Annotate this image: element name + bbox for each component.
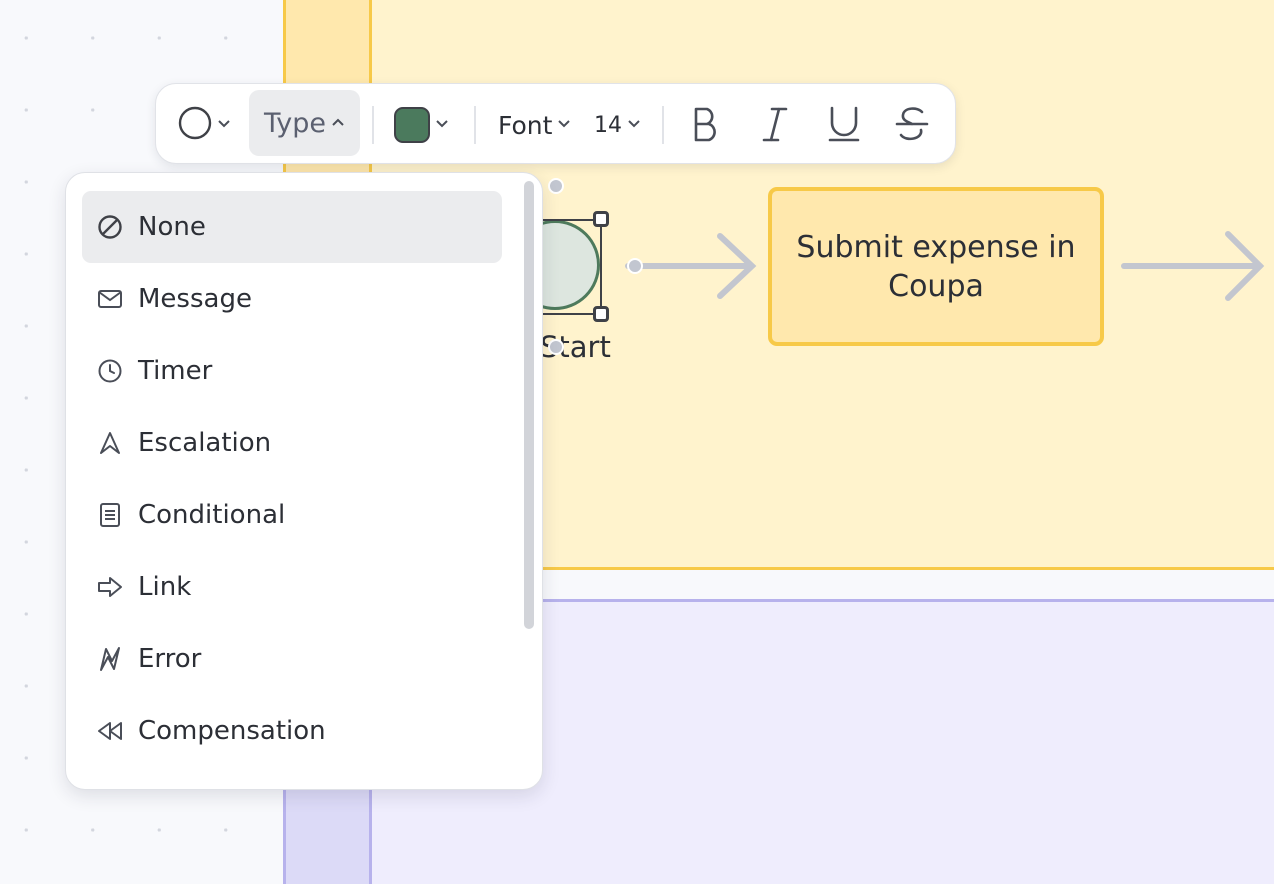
toolbar-divider bbox=[372, 106, 374, 144]
menu-item-label: Link bbox=[138, 572, 192, 602]
circle-icon bbox=[178, 106, 212, 144]
menu-item-label: Escalation bbox=[138, 428, 272, 458]
escalation-icon bbox=[96, 429, 124, 457]
type-dropdown-button[interactable]: Type bbox=[249, 90, 360, 156]
font-size-value: 14 bbox=[594, 112, 622, 138]
underline-icon bbox=[826, 104, 862, 148]
font-size-button[interactable]: 14 bbox=[594, 106, 641, 144]
connection-point-bottom[interactable] bbox=[548, 339, 564, 355]
shape-picker-button[interactable] bbox=[178, 106, 231, 144]
task-label: Submit expense in Coupa bbox=[796, 229, 1076, 304]
rewind-icon bbox=[96, 717, 124, 745]
menu-scrollbar[interactable] bbox=[524, 181, 534, 629]
menu-item-conditional[interactable]: Conditional bbox=[82, 479, 502, 551]
menu-item-link[interactable]: Link bbox=[82, 551, 502, 623]
chevron-down-icon bbox=[217, 117, 231, 133]
strikethrough-button[interactable] bbox=[894, 104, 930, 148]
connection-point-right[interactable] bbox=[627, 258, 643, 274]
type-label: Type bbox=[263, 107, 326, 139]
task-submit-expense[interactable]: Submit expense in Coupa bbox=[768, 187, 1104, 346]
error-bolt-icon bbox=[96, 645, 124, 673]
chevron-up-icon bbox=[331, 115, 345, 131]
font-family-button[interactable]: Font bbox=[498, 106, 571, 144]
chevron-down-icon bbox=[557, 117, 571, 133]
font-label: Font bbox=[498, 110, 553, 140]
italic-button[interactable] bbox=[758, 104, 792, 148]
envelope-icon bbox=[96, 285, 124, 313]
menu-item-message[interactable]: Message bbox=[82, 263, 502, 335]
toolbar-divider bbox=[474, 106, 476, 144]
fill-color-button[interactable] bbox=[394, 105, 449, 145]
italic-icon bbox=[758, 104, 792, 148]
menu-item-label: Message bbox=[138, 284, 252, 314]
link-arrow-icon bbox=[96, 573, 124, 601]
event-type-menu: None Message Timer Escalation Conditiona… bbox=[65, 172, 543, 790]
underline-button[interactable] bbox=[826, 104, 862, 148]
menu-item-timer[interactable]: Timer bbox=[82, 335, 502, 407]
menu-item-label: None bbox=[138, 212, 206, 242]
menu-item-compensation[interactable]: Compensation bbox=[82, 695, 502, 767]
resize-handle-top-right[interactable] bbox=[593, 211, 609, 227]
menu-item-label: Error bbox=[138, 644, 202, 674]
bold-icon bbox=[688, 104, 722, 148]
menu-item-escalation[interactable]: Escalation bbox=[82, 407, 502, 479]
strikethrough-icon bbox=[894, 104, 930, 148]
clock-icon bbox=[96, 357, 124, 385]
sequence-flow-1[interactable] bbox=[625, 233, 757, 299]
document-icon bbox=[96, 501, 124, 529]
chevron-down-icon bbox=[627, 117, 641, 133]
color-swatch bbox=[394, 107, 430, 143]
chevron-down-icon bbox=[435, 117, 449, 133]
menu-item-label: Conditional bbox=[138, 500, 286, 530]
toolbar-divider bbox=[662, 106, 664, 144]
menu-item-label: Compensation bbox=[138, 716, 326, 746]
menu-item-error[interactable]: Error bbox=[82, 623, 502, 695]
menu-item-label: Timer bbox=[138, 356, 213, 386]
resize-handle-bottom-right[interactable] bbox=[593, 306, 609, 322]
sequence-flow-2[interactable] bbox=[1121, 231, 1265, 301]
format-toolbar: Type Font 14 bbox=[155, 83, 956, 164]
bold-button[interactable] bbox=[688, 104, 722, 148]
none-icon bbox=[96, 213, 124, 241]
connection-point-top[interactable] bbox=[548, 178, 564, 194]
menu-item-none[interactable]: None bbox=[82, 191, 502, 263]
